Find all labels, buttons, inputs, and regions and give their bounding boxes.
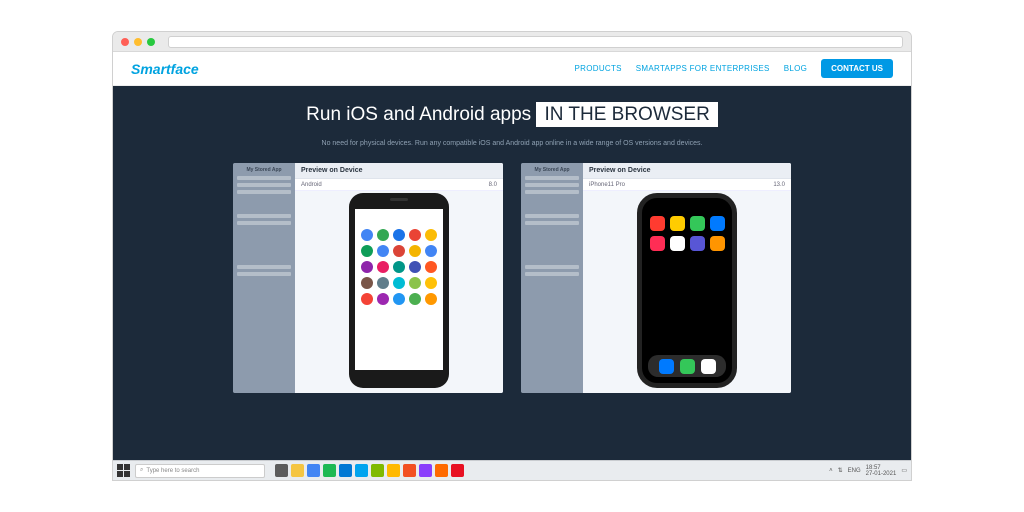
hero-title-plain: Run iOS and Android apps bbox=[306, 104, 536, 125]
android-app-icon[interactable] bbox=[377, 277, 389, 289]
browser-top-bar bbox=[113, 32, 911, 52]
android-app-icon[interactable] bbox=[377, 261, 389, 273]
android-app-icon[interactable] bbox=[393, 229, 405, 241]
android-app-icon[interactable] bbox=[425, 229, 437, 241]
taskbar-app-icon[interactable] bbox=[387, 464, 400, 477]
site-header: Smartface PRODUCTS SMARTAPPS FOR ENTERPR… bbox=[113, 52, 911, 86]
main-nav: PRODUCTS SMARTAPPS FOR ENTERPRISES BLOG … bbox=[575, 59, 894, 78]
android-app-icon[interactable] bbox=[409, 261, 421, 273]
system-tray[interactable]: ˄ ⇅ ENG 18:57 27-01-2021 ▭ bbox=[829, 465, 907, 477]
contact-us-button[interactable]: CONTACT US bbox=[821, 59, 893, 78]
ios-app-icon[interactable] bbox=[690, 236, 705, 251]
tray-chevron-icon[interactable]: ˄ bbox=[829, 468, 833, 474]
android-app-icon[interactable] bbox=[409, 229, 421, 241]
android-app-icon[interactable] bbox=[361, 293, 373, 305]
android-app-icon[interactable] bbox=[409, 293, 421, 305]
side-panel-title: My Stored App bbox=[525, 167, 579, 173]
side-panel-iphone: My Stored App bbox=[521, 163, 583, 393]
taskbar-app-icon[interactable] bbox=[275, 464, 288, 477]
taskbar-app-icon[interactable] bbox=[371, 464, 384, 477]
tray-language[interactable]: ENG bbox=[848, 468, 861, 474]
windows-taskbar: ⌕ Type here to search ˄ ⇅ ENG 18:57 27-0… bbox=[113, 460, 911, 480]
dock-app-icon[interactable] bbox=[701, 359, 716, 374]
device-row: My Stored App Preview on Device Android … bbox=[113, 163, 911, 393]
android-phone-mockup[interactable] bbox=[349, 193, 449, 388]
device-version-android: 8.0 bbox=[489, 182, 497, 188]
ios-app-icon[interactable] bbox=[670, 236, 685, 251]
android-app-icon[interactable] bbox=[425, 293, 437, 305]
device-version-iphone: 13.0 bbox=[773, 182, 785, 188]
tray-date[interactable]: 27-01-2021 bbox=[866, 471, 897, 477]
ios-app-icon[interactable] bbox=[710, 236, 725, 251]
iphone-mockup[interactable] bbox=[637, 193, 737, 388]
android-app-icon[interactable] bbox=[361, 261, 373, 273]
taskbar-app-icon[interactable] bbox=[323, 464, 336, 477]
start-button[interactable] bbox=[117, 464, 131, 478]
hero-title: Run iOS and Android apps IN THE BROWSER bbox=[113, 104, 911, 126]
close-icon[interactable] bbox=[121, 38, 129, 46]
nav-smartapps[interactable]: SMARTAPPS FOR ENTERPRISES bbox=[636, 64, 770, 73]
speaker-icon bbox=[390, 198, 408, 201]
side-panel-android: My Stored App bbox=[233, 163, 295, 393]
android-app-icon[interactable] bbox=[409, 245, 421, 257]
side-panel-title: My Stored App bbox=[237, 167, 291, 173]
taskbar-app-icon[interactable] bbox=[339, 464, 352, 477]
android-app-icon[interactable] bbox=[393, 261, 405, 273]
hero-subtitle: No need for physical devices. Run any co… bbox=[113, 140, 911, 147]
android-app-icon[interactable] bbox=[425, 277, 437, 289]
taskbar-app-icon[interactable] bbox=[451, 464, 464, 477]
notch-icon bbox=[666, 198, 708, 208]
ios-app-icon[interactable] bbox=[670, 216, 685, 231]
taskbar-app-icon[interactable] bbox=[435, 464, 448, 477]
dock-app-icon[interactable] bbox=[659, 359, 674, 374]
logo[interactable]: Smartface bbox=[131, 61, 199, 77]
device-name-iphone: iPhone11 Pro bbox=[589, 182, 625, 188]
android-app-icon[interactable] bbox=[377, 293, 389, 305]
android-app-icon[interactable] bbox=[393, 245, 405, 257]
android-app-icon[interactable] bbox=[409, 277, 421, 289]
nav-products[interactable]: PRODUCTS bbox=[575, 64, 622, 73]
taskbar-app-icon[interactable] bbox=[307, 464, 320, 477]
taskbar-search[interactable]: ⌕ Type here to search bbox=[135, 464, 265, 478]
tray-network-icon[interactable]: ⇅ bbox=[838, 467, 843, 474]
device-name-android: Android bbox=[301, 182, 322, 188]
taskbar-app-icon[interactable] bbox=[291, 464, 304, 477]
android-app-icon[interactable] bbox=[393, 293, 405, 305]
android-app-icon[interactable] bbox=[361, 277, 373, 289]
taskbar-app-icon[interactable] bbox=[403, 464, 416, 477]
pane-device-selector-android[interactable]: Android 8.0 bbox=[295, 179, 503, 191]
hero-section: Run iOS and Android apps IN THE BROWSER … bbox=[113, 86, 911, 462]
taskbar-pinned-apps bbox=[275, 464, 464, 477]
pane-header-android: Preview on Device bbox=[295, 163, 503, 179]
device-pane-android: My Stored App Preview on Device Android … bbox=[233, 163, 503, 393]
nav-blog[interactable]: BLOG bbox=[784, 64, 807, 73]
browser-window: Smartface PRODUCTS SMARTAPPS FOR ENTERPR… bbox=[112, 31, 912, 481]
ios-app-icon[interactable] bbox=[710, 216, 725, 231]
android-app-icon[interactable] bbox=[425, 245, 437, 257]
taskbar-app-icon[interactable] bbox=[355, 464, 368, 477]
notifications-icon[interactable]: ▭ bbox=[901, 467, 907, 474]
pane-device-selector-iphone[interactable]: iPhone11 Pro 13.0 bbox=[583, 179, 791, 191]
iphone-dock bbox=[648, 355, 726, 377]
ios-app-icon[interactable] bbox=[650, 236, 665, 251]
maximize-icon[interactable] bbox=[147, 38, 155, 46]
ios-app-icon[interactable] bbox=[650, 216, 665, 231]
android-app-icon[interactable] bbox=[377, 245, 389, 257]
pane-header-iphone: Preview on Device bbox=[583, 163, 791, 179]
android-app-icon[interactable] bbox=[393, 277, 405, 289]
dock-app-icon[interactable] bbox=[680, 359, 695, 374]
search-placeholder: Type here to search bbox=[146, 468, 199, 474]
search-icon: ⌕ bbox=[140, 467, 143, 474]
minimize-icon[interactable] bbox=[134, 38, 142, 46]
android-app-icon[interactable] bbox=[377, 229, 389, 241]
android-app-icon[interactable] bbox=[361, 229, 373, 241]
hero-title-boxed: IN THE BROWSER bbox=[536, 102, 717, 127]
device-pane-iphone: My Stored App Preview on Device iPhone11… bbox=[521, 163, 791, 393]
taskbar-app-icon[interactable] bbox=[419, 464, 432, 477]
android-app-icon[interactable] bbox=[361, 245, 373, 257]
android-app-icon[interactable] bbox=[425, 261, 437, 273]
url-bar[interactable] bbox=[168, 36, 903, 48]
ios-app-icon[interactable] bbox=[690, 216, 705, 231]
